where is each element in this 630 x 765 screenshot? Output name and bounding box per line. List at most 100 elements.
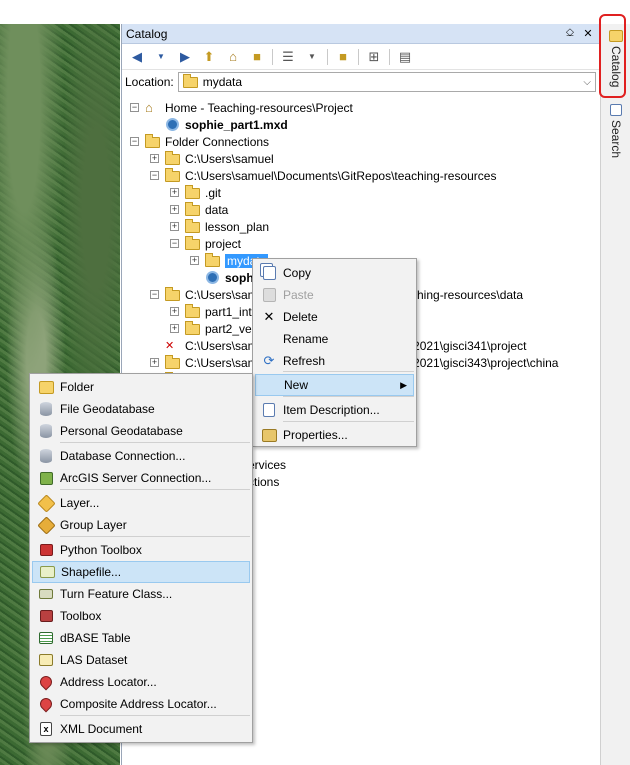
toolbar-separator [272, 48, 273, 65]
expand-icon[interactable]: + [170, 307, 179, 316]
new-menu-item-layer[interactable]: Layer... [32, 492, 250, 514]
tree-item[interactable]: sophi [190, 269, 257, 286]
tree-item-label: C:\Users\sam [185, 338, 258, 353]
collapse-icon[interactable]: − [150, 290, 159, 299]
tree-item[interactable]: + C:\Users\sam [150, 354, 258, 371]
new-menu-item-composite-address-locator[interactable]: Composite Address Locator... [32, 693, 250, 715]
expand-icon[interactable]: + [170, 188, 179, 197]
new-menu-item-label: dBASE Table [60, 631, 131, 645]
expand-icon[interactable]: + [190, 256, 199, 265]
new-menu-item-label: Toolbox [60, 609, 102, 623]
tree-item[interactable]: + .git [170, 184, 221, 201]
tree-item-label: .git [205, 185, 222, 200]
new-menu-item-arcgis-server-connection[interactable]: ArcGIS Server Connection... [32, 467, 250, 489]
tree-item[interactable]: − project [170, 235, 241, 252]
new-menu-item-las-dataset[interactable]: LAS Dataset [32, 649, 250, 671]
pin-icon[interactable]: ⎐ [563, 27, 577, 40]
collapse-icon[interactable]: − [150, 171, 159, 180]
context-menu-item-rename[interactable]: Rename [255, 328, 414, 350]
tree-item[interactable]: − C:\Users\samuel\Documents\GitRepos\teac… [150, 167, 496, 184]
collapse-icon[interactable]: − [170, 239, 179, 248]
new-menu-item-folder[interactable]: Folder [32, 376, 250, 398]
close-icon[interactable]: ✕ [581, 27, 595, 40]
context-menu-item-label: New [284, 378, 309, 392]
expand-icon[interactable]: + [150, 358, 159, 367]
context-menu-item-delete[interactable]: ✕ Delete [255, 306, 414, 328]
new-menu-item-label: ArcGIS Server Connection... [60, 471, 212, 485]
up-one-level-icon[interactable]: ⬆ [200, 48, 218, 66]
new-menu-item-turn-feature-class[interactable]: Turn Feature Class... [32, 583, 250, 605]
tab-search[interactable]: Search [604, 104, 628, 158]
context-menu-item-label: Item Description... [283, 403, 380, 417]
toolbar-separator [389, 48, 390, 65]
tree-item[interactable]: ✕ C:\Users\sam [150, 337, 258, 354]
tree-item[interactable]: + data [170, 201, 228, 218]
expand-icon[interactable]: + [170, 205, 179, 214]
options-icon[interactable]: ▤ [396, 48, 414, 66]
context-menu-item-label: Copy [283, 266, 312, 280]
map-document-icon [165, 117, 181, 132]
tree-item[interactable]: + part1_int [170, 303, 252, 320]
tree-item[interactable]: + part2_vec [170, 320, 258, 337]
new-menu-item-file-geodatabase[interactable]: File Geodatabase [32, 398, 250, 420]
context-menu-item-new[interactable]: New ▶ [255, 374, 414, 396]
delete-icon: ✕ [263, 309, 275, 324]
xml-document-icon: x [32, 722, 60, 736]
expand-icon[interactable]: + [170, 324, 179, 333]
turn-feature-class-icon [32, 589, 60, 599]
tree-item-label: sophie_part1.mxd [185, 117, 288, 132]
new-menu-item-label: Address Locator... [60, 675, 157, 689]
submenu-arrow-icon: ▶ [400, 379, 407, 390]
new-menu-item-address-locator[interactable]: Address Locator... [32, 671, 250, 693]
tab-search-label: Search [609, 120, 623, 159]
tree-item[interactable]: − Folder Connections [130, 133, 269, 150]
collapse-icon[interactable]: − [130, 137, 139, 146]
context-menu-item-label: Refresh [283, 354, 326, 368]
dropdown-icon[interactable]: ▼ [152, 48, 170, 66]
context-menu-item-refresh[interactable]: ⟳ Refresh [255, 350, 414, 372]
tree-item[interactable]: ervices [248, 456, 286, 473]
folder-icon [185, 218, 201, 234]
context-menu-item-copy[interactable]: Copy [255, 262, 414, 284]
new-menu-item-database-connection[interactable]: Database Connection... [32, 445, 250, 467]
tree-item[interactable]: − ⌂ Home - Teaching-resources\Project [130, 99, 353, 116]
home-icon[interactable]: ⌂ [224, 48, 242, 66]
views-icon[interactable]: ☰ [279, 48, 297, 66]
server-connection-icon [32, 471, 60, 485]
folder-icon [182, 73, 198, 88]
new-menu-item-shapefile[interactable]: Shapefile... [32, 561, 250, 583]
new-menu-item-python-toolbox[interactable]: Python Toolbox [32, 539, 250, 561]
tree-item[interactable]: sophie_part1.mxd [150, 116, 288, 133]
expand-icon[interactable]: + [150, 154, 159, 163]
views-dropdown-icon[interactable]: ▼ [303, 48, 321, 66]
connect-folder-icon[interactable]: ■ [248, 48, 266, 66]
tree-item[interactable]: + lesson_plan [170, 218, 269, 235]
back-icon[interactable]: ◀ [128, 48, 146, 66]
new-menu-item-group-layer[interactable]: Group Layer [32, 514, 250, 536]
tree-item-label: C:\Users\samuel [185, 151, 274, 166]
new-folder-icon[interactable]: ■ [334, 48, 352, 66]
new-menu-item-label: Personal Geodatabase [60, 424, 183, 438]
menu-separator [60, 536, 250, 537]
tree-item[interactable]: − C:\Users\sam [150, 286, 258, 303]
chevron-down-icon[interactable]: ⌵ [583, 77, 591, 88]
tree-item[interactable]: + C:\Users\samuel [150, 150, 274, 167]
context-menu-item-item-description[interactable]: Item Description... [255, 399, 414, 421]
menu-separator [283, 421, 414, 422]
tree-view-icon[interactable]: ⊞ [365, 48, 383, 66]
new-menu-item-personal-geodatabase[interactable]: Personal Geodatabase [32, 420, 250, 442]
new-menu-item-xml-document[interactable]: x XML Document [32, 718, 250, 740]
catalog-title: Catalog [126, 26, 168, 41]
expand-icon[interactable]: + [170, 222, 179, 231]
location-combobox[interactable]: mydata ⌵ [177, 72, 596, 92]
new-menu-item-dbase-table[interactable]: dBASE Table [32, 627, 250, 649]
context-menu-item-properties[interactable]: Properties... [255, 424, 414, 446]
collapse-icon[interactable]: − [130, 103, 139, 112]
context-menu-item-paste[interactable]: Paste [255, 284, 414, 306]
new-menu-item-label: Group Layer [60, 518, 127, 532]
forward-icon[interactable]: ▶ [176, 48, 194, 66]
menu-separator [60, 715, 250, 716]
map-document-icon [205, 270, 221, 285]
new-menu-item-toolbox[interactable]: Toolbox [32, 605, 250, 627]
refresh-icon: ⟳ [263, 353, 275, 368]
